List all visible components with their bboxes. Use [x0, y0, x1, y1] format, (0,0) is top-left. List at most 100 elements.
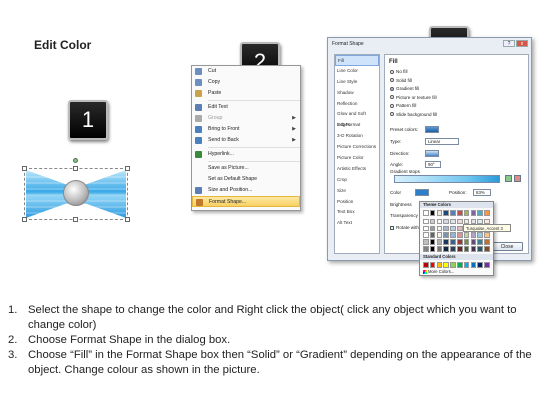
resize-handle[interactable]	[22, 166, 27, 171]
sidebar-item-artistic-effects[interactable]: Artistic Effects	[335, 164, 379, 175]
theme-color-swatch[interactable]	[450, 210, 456, 216]
theme-color-swatch[interactable]	[436, 239, 443, 245]
fill-option-solid-fill[interactable]: Solid fill	[390, 78, 412, 83]
menu-item-hyperlink[interactable]: Hyperlink...	[192, 149, 300, 160]
theme-color-swatch[interactable]	[423, 218, 429, 225]
standard-color-swatch[interactable]	[423, 262, 429, 268]
color-dropdown[interactable]	[415, 189, 429, 196]
theme-color-swatch[interactable]	[429, 210, 436, 216]
sidebar-item-reflection[interactable]: Reflection	[335, 99, 379, 110]
fill-option-pattern-fill[interactable]: Pattern fill	[390, 103, 416, 108]
theme-color-swatch[interactable]	[457, 232, 463, 238]
theme-color-swatch[interactable]	[450, 246, 456, 252]
standard-color-swatch[interactable]	[477, 262, 483, 268]
standard-color-swatch[interactable]	[443, 262, 449, 268]
close-button[interactable]: Close	[491, 242, 523, 251]
standard-color-swatch[interactable]	[463, 262, 470, 268]
theme-color-swatch[interactable]	[443, 225, 449, 232]
direction-dropdown[interactable]	[425, 150, 439, 157]
theme-color-swatch[interactable]	[436, 246, 443, 252]
theme-color-swatch[interactable]	[457, 239, 463, 245]
theme-color-swatch[interactable]	[450, 232, 456, 238]
sidebar-item-3-d-format[interactable]: 3-D Format	[335, 120, 379, 131]
sidebar-item-text-box[interactable]: Text Box	[335, 207, 379, 218]
selected-shape[interactable]	[22, 158, 130, 222]
theme-color-swatch[interactable]	[457, 246, 463, 252]
add-stop-button[interactable]	[505, 175, 512, 182]
sidebar-item-fill[interactable]: Fill	[335, 55, 379, 66]
theme-color-swatch[interactable]	[477, 239, 483, 245]
standard-color-swatch[interactable]	[436, 262, 443, 268]
menu-item-save-as-picture[interactable]: Save as Picture...	[192, 163, 300, 174]
menu-item-send-to-back[interactable]: Send to Back ▶	[192, 135, 300, 146]
theme-color-swatch[interactable]	[457, 218, 463, 225]
rotate-handle[interactable]	[73, 158, 78, 163]
theme-color-swatch[interactable]	[423, 210, 429, 216]
menu-item-copy[interactable]: Copy	[192, 77, 300, 88]
theme-color-swatch[interactable]	[477, 232, 483, 238]
standard-color-swatch[interactable]	[450, 262, 456, 268]
menu-item-format-shape[interactable]: Format Shape...	[192, 196, 300, 207]
theme-color-swatch[interactable]	[443, 210, 449, 216]
resize-handle[interactable]	[125, 217, 130, 222]
theme-color-swatch[interactable]	[450, 225, 456, 232]
theme-color-swatch[interactable]	[484, 232, 490, 238]
resize-handle[interactable]	[73, 217, 78, 222]
theme-color-swatch[interactable]	[484, 239, 490, 245]
resize-handle[interactable]	[73, 166, 78, 171]
menu-item-set-as-default-shape[interactable]: Set as Default Shape	[192, 174, 300, 185]
theme-color-swatch[interactable]	[484, 246, 490, 252]
theme-color-swatch[interactable]	[429, 232, 436, 238]
theme-color-swatch[interactable]	[429, 246, 436, 252]
theme-color-swatch[interactable]	[463, 232, 470, 238]
theme-color-swatch[interactable]	[470, 232, 477, 238]
resize-handle[interactable]	[125, 166, 130, 171]
fill-option-gradient-fill[interactable]: Gradient fill	[390, 86, 419, 91]
sidebar-item-3-d-rotation[interactable]: 3-D Rotation	[335, 131, 379, 142]
angle-input[interactable]: 90°	[425, 161, 441, 168]
fill-option-slide-background-fill[interactable]: Slide background fill	[390, 112, 437, 117]
theme-color-swatch[interactable]	[463, 239, 470, 245]
remove-stop-button[interactable]	[514, 175, 521, 182]
theme-color-swatch[interactable]	[443, 232, 449, 238]
theme-color-swatch[interactable]	[423, 239, 429, 245]
theme-color-swatch[interactable]	[443, 239, 449, 245]
fill-option-no-fill[interactable]: No fill	[390, 69, 408, 74]
sidebar-item-position[interactable]: Position	[335, 197, 379, 208]
theme-color-swatch[interactable]	[450, 218, 456, 225]
sidebar-item-crop[interactable]: Crop	[335, 175, 379, 186]
menu-item-bring-to-front[interactable]: Bring to Front ▶	[192, 124, 300, 135]
theme-color-swatch[interactable]	[484, 210, 490, 216]
position-input[interactable]: 83%	[473, 189, 491, 196]
menu-item-group[interactable]: Group ▶	[192, 113, 300, 124]
theme-color-swatch[interactable]	[443, 218, 449, 225]
standard-color-swatch[interactable]	[470, 262, 477, 268]
gradient-stops-bar[interactable]	[394, 175, 500, 183]
menu-item-size-and-position[interactable]: Size and Position...	[192, 185, 300, 196]
theme-color-swatch[interactable]	[429, 239, 436, 245]
sidebar-item-alt-text[interactable]: Alt Text	[335, 218, 379, 229]
sidebar-item-glow-and-soft-edges[interactable]: Glow and Soft Edges	[335, 109, 379, 127]
menu-item-edit-text[interactable]: Edit Text	[192, 102, 300, 113]
sidebar-item-size[interactable]: Size	[335, 186, 379, 197]
sidebar-item-line-style[interactable]: Line Style	[335, 77, 379, 88]
theme-color-swatch[interactable]	[477, 210, 483, 216]
theme-color-swatch[interactable]	[443, 246, 449, 252]
sidebar-item-line-color[interactable]: Line Color	[335, 66, 379, 77]
close-icon[interactable]: x	[516, 40, 528, 47]
theme-color-swatch[interactable]	[470, 246, 477, 252]
theme-color-swatch[interactable]	[450, 239, 456, 245]
theme-color-swatch[interactable]	[436, 218, 443, 225]
sidebar-item-picture-corrections[interactable]: Picture Corrections	[335, 142, 379, 153]
resize-handle[interactable]	[22, 217, 27, 222]
theme-color-swatch[interactable]	[457, 225, 463, 232]
help-button[interactable]: ?	[503, 40, 515, 47]
theme-color-swatch[interactable]	[423, 246, 429, 252]
theme-color-swatch[interactable]	[429, 218, 436, 225]
theme-color-swatch[interactable]	[436, 210, 443, 216]
type-dropdown[interactable]: Linear	[425, 138, 459, 145]
theme-color-swatch[interactable]	[463, 246, 470, 252]
theme-color-swatch[interactable]	[436, 225, 443, 232]
theme-color-swatch[interactable]	[423, 232, 429, 238]
theme-color-swatch[interactable]	[429, 225, 436, 232]
